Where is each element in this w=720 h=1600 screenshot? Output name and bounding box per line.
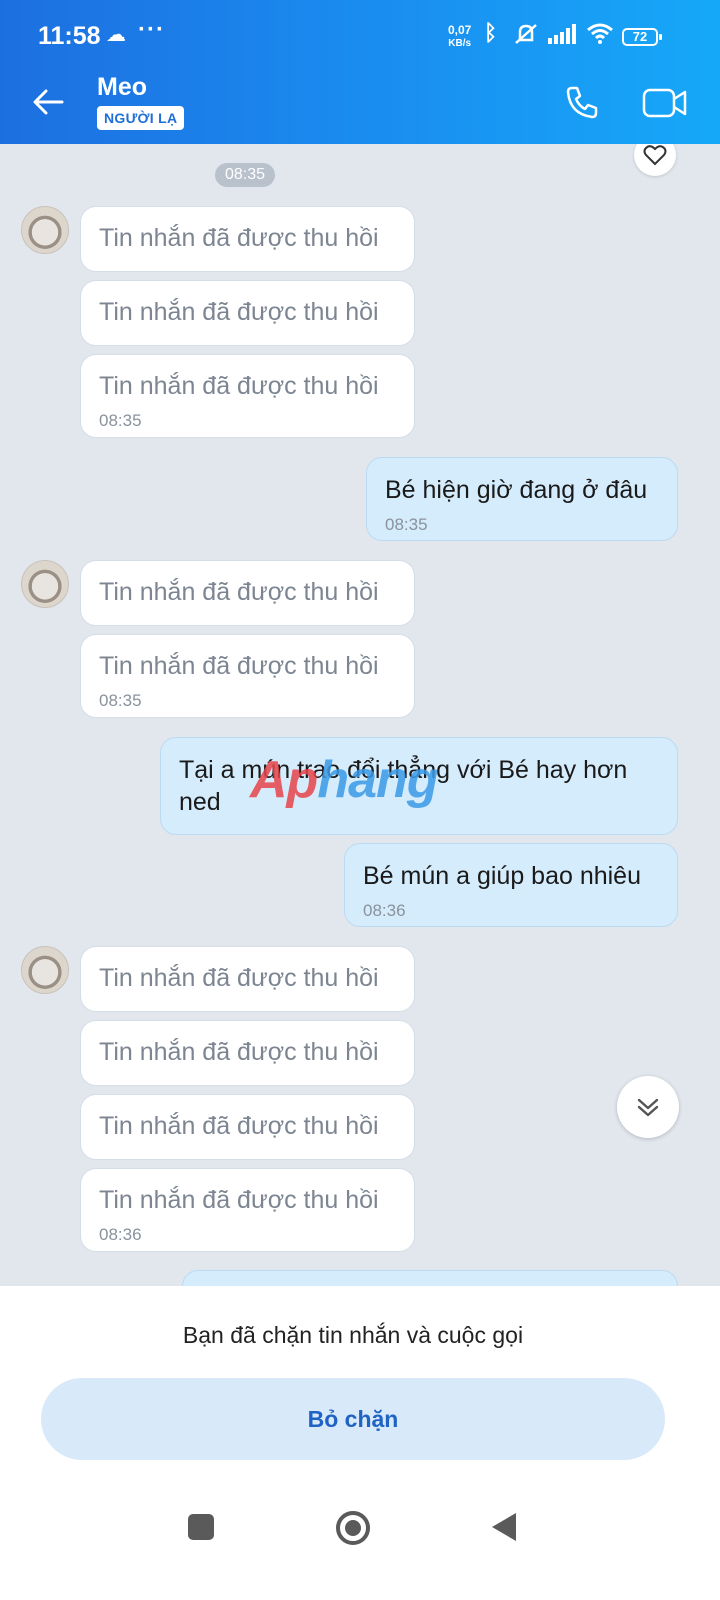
outgoing-message-text: Bé mún a giúp bao nhiêu	[363, 862, 641, 890]
recalled-message-text: Tin nhắn đã được thu hồi	[99, 298, 379, 326]
cloud-icon: ☁	[106, 24, 126, 46]
recents-icon[interactable]	[188, 1514, 214, 1540]
more-notifications-icon: ···	[138, 16, 165, 43]
recalled-message[interactable]: Tin nhắn đã được thu hồi 08:35	[80, 354, 415, 438]
battery-indicator: 72	[622, 28, 662, 46]
watermark-part1: Ap	[250, 751, 318, 809]
heart-icon[interactable]	[634, 144, 676, 176]
avatar[interactable]	[21, 206, 69, 254]
stranger-badge: NGƯỜI LẠ	[97, 106, 185, 130]
recalled-message-text: Tin nhắn đã được thu hồi	[99, 652, 379, 680]
contact-name[interactable]: Meo	[97, 73, 147, 102]
recalled-message[interactable]: Tin nhắn đã được thu hồi	[80, 1020, 415, 1086]
message-timestamp: 08:35	[99, 691, 142, 710]
message-list[interactable]: 08:35 Tin nhắn đã được thu hồi Tin nhắn …	[0, 144, 720, 1286]
back-arrow-icon[interactable]	[28, 82, 68, 122]
chevron-double-down-icon[interactable]	[617, 1076, 679, 1138]
recalled-message-text: Tin nhắn đã được thu hồi	[99, 372, 379, 400]
system-nav-bar	[0, 1500, 720, 1600]
recalled-message-text: Tin nhắn đã được thu hồi	[99, 1112, 379, 1140]
watermark-part2: hang	[317, 751, 438, 809]
status-time: 11:58	[38, 22, 101, 50]
recalled-message-text: Tin nhắn đã được thu hồi	[99, 1038, 379, 1066]
outgoing-message-text: Bé hiện giờ đang ở đâu	[385, 476, 648, 504]
recalled-message-text: Tin nhắn đã được thu hồi	[99, 578, 379, 606]
recalled-message[interactable]: Tin nhắn đã được thu hồi 08:36	[80, 1168, 415, 1252]
avatar[interactable]	[21, 560, 69, 608]
wifi-icon	[586, 22, 614, 49]
recalled-message-text: Tin nhắn đã được thu hồi	[99, 1186, 379, 1214]
unblock-button[interactable]: Bỏ chặn	[41, 1378, 665, 1460]
phone-icon[interactable]	[562, 82, 602, 127]
message-timestamp: 08:35	[385, 515, 428, 534]
home-icon[interactable]	[336, 1511, 370, 1545]
recalled-message[interactable]: Tin nhắn đã được thu hồi 08:35	[80, 634, 415, 718]
message-timestamp: 08:36	[99, 1225, 142, 1244]
message-timestamp: 08:36	[363, 901, 406, 920]
video-camera-icon[interactable]	[642, 86, 688, 125]
network-speed-unit: KB/s	[448, 38, 472, 49]
blocked-panel: Bạn đã chặn tin nhắn và cuộc gọi Bỏ chặn	[0, 1286, 720, 1600]
time-divider: 08:35	[215, 163, 276, 187]
signal-icon	[548, 24, 578, 49]
top-bar: 11:58 ☁ ··· 0,07 KB/s ᛒ 72 Meo NGƯỜI LẠ	[0, 0, 720, 144]
recalled-message[interactable]: Tin nhắn đã được thu hồi	[80, 560, 415, 626]
watermark-logo: Aphang	[250, 750, 439, 810]
recalled-message-text: Tin nhắn đã được thu hồi	[99, 964, 379, 992]
network-speed: 0,07 KB/s	[448, 24, 471, 50]
bluetooth-icon: ᛒ	[484, 20, 498, 45]
nav-back-icon[interactable]	[492, 1513, 516, 1541]
avatar[interactable]	[21, 946, 69, 994]
recalled-message[interactable]: Tin nhắn đã được thu hồi	[80, 280, 415, 346]
recalled-message-text: Tin nhắn đã được thu hồi	[99, 224, 379, 252]
outgoing-message[interactable]: Bé mún a giúp bao nhiêu 08:36	[344, 843, 678, 927]
message-timestamp: 08:35	[99, 411, 142, 430]
outgoing-message[interactable]	[182, 1270, 678, 1286]
mute-icon	[512, 22, 540, 51]
blocked-notice: Bạn đã chặn tin nhắn và cuộc gọi	[182, 1322, 524, 1348]
recalled-message[interactable]: Tin nhắn đã được thu hồi	[80, 946, 415, 1012]
network-speed-value: 0,07	[448, 23, 472, 37]
outgoing-message[interactable]: Bé hiện giờ đang ở đâu 08:35	[366, 457, 678, 541]
status-bar: 11:58 ☁ ··· 0,07 KB/s ᛒ 72	[0, 0, 720, 60]
recalled-message[interactable]: Tin nhắn đã được thu hồi	[80, 206, 415, 272]
recalled-message[interactable]: Tin nhắn đã được thu hồi	[80, 1094, 415, 1160]
